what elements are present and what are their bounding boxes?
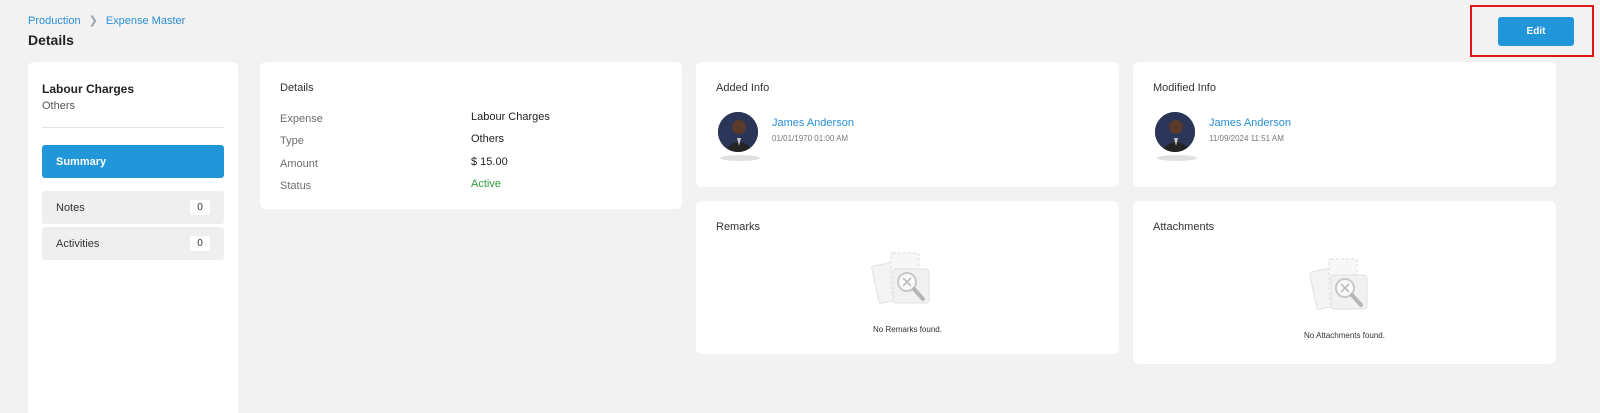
attachments-empty-text: No Attachments found. (1304, 331, 1385, 340)
status-value: Active (471, 178, 501, 190)
avatar (718, 112, 758, 152)
amount-label: Amount (280, 158, 318, 170)
expense-value: Labour Charges (471, 111, 550, 123)
details-card: Details Expense Labour Charges Type Othe… (260, 62, 682, 209)
type-value: Others (471, 133, 505, 145)
avatar-shadow (720, 155, 760, 161)
nav-notes[interactable]: Notes 0 (42, 191, 224, 224)
record-title: Labour Charges (42, 82, 135, 96)
notes-count-badge: 0 (190, 200, 210, 215)
details-title: Details (280, 82, 314, 94)
breadcrumb: Production ❯ Expense Master (28, 14, 185, 28)
type-label: Type (280, 135, 304, 147)
modified-info-card: Modified Info James Anderson 11/09/2024 … (1133, 62, 1556, 187)
added-by-name[interactable]: James Anderson (772, 117, 854, 129)
remarks-empty-text: No Remarks found. (873, 325, 942, 334)
added-info-card: Added Info James Anderson 01/01/1970 01:… (696, 62, 1119, 187)
record-subtitle: Others (42, 100, 76, 112)
activities-count-badge: 0 (190, 236, 210, 251)
breadcrumb-expense-master[interactable]: Expense Master (106, 15, 185, 27)
added-info-title: Added Info (716, 82, 770, 94)
modified-info-title: Modified Info (1153, 82, 1216, 94)
nav-activities[interactable]: Activities 0 (42, 227, 224, 260)
modified-timestamp: 11/09/2024 11:51 AM (1209, 134, 1284, 143)
empty-search-icon (871, 252, 930, 304)
nav-notes-label: Notes (56, 201, 85, 214)
nav-activities-label: Activities (56, 237, 100, 250)
status-label: Status (280, 180, 312, 192)
remarks-card: Remarks No Remarks found. (696, 201, 1119, 354)
added-timestamp: 01/01/1970 01:00 AM (772, 134, 849, 143)
remarks-title: Remarks (716, 221, 761, 233)
empty-search-icon (1309, 258, 1368, 310)
modified-by-name[interactable]: James Anderson (1209, 117, 1291, 129)
nav-summary[interactable]: Summary (42, 145, 224, 178)
avatar (1155, 112, 1195, 152)
attachments-card: Attachments No Attachments found. (1133, 201, 1556, 364)
chevron-right-icon: ❯ (88, 15, 98, 27)
breadcrumb-production[interactable]: Production (28, 15, 81, 27)
expense-label: Expense (280, 113, 323, 125)
page: Production ❯ Expense Master Details Edit… (0, 0, 1600, 413)
attachments-title: Attachments (1153, 221, 1215, 233)
divider (42, 127, 224, 128)
edit-highlight: Edit (1470, 5, 1594, 57)
left-panel: Labour Charges Others Summary Notes 0 Ac… (28, 62, 238, 413)
page-title: Details (28, 32, 74, 48)
avatar-shadow (1157, 155, 1197, 161)
edit-button[interactable]: Edit (1498, 17, 1574, 46)
amount-value: $ 15.00 (471, 156, 508, 168)
